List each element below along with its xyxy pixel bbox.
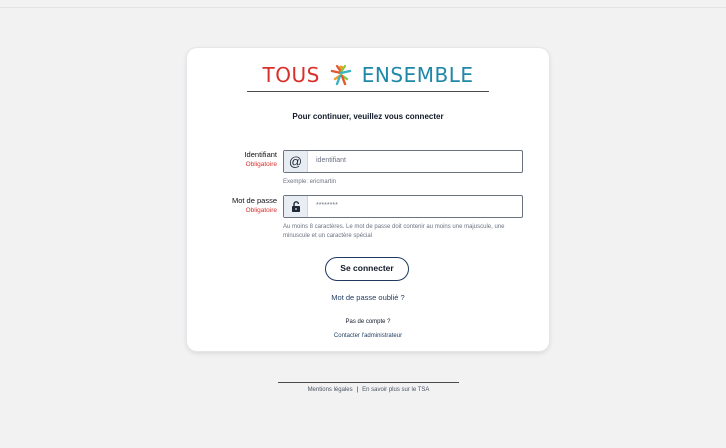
- legal-mentions-link[interactable]: Mentions légales: [308, 387, 353, 393]
- footer-divider: [278, 382, 459, 383]
- learn-more-link[interactable]: En savoir plus sur le TSA: [362, 387, 429, 393]
- footer-separator: |: [356, 387, 359, 393]
- password-label-group: Mot de passe Obligatoire: [193, 196, 277, 216]
- password-required: Obligatoire: [245, 207, 277, 214]
- password-field[interactable]: ********: [283, 195, 523, 218]
- identifier-required: Obligatoire: [245, 161, 277, 168]
- at-icon: @: [284, 151, 308, 172]
- login-card: TOUS ENSEMBLE Pour continuer, veuillez v…: [187, 48, 549, 351]
- identifier-placeholder: identifiant: [316, 157, 346, 164]
- identifier-label-group: Identifiant Obligatoire: [193, 150, 277, 170]
- no-account-text: Pas de compte ?: [345, 319, 391, 325]
- form-heading: Pour continuer, veuillez vous connecter: [292, 112, 444, 121]
- brand-word-2: ENSEMBLE: [361, 63, 474, 87]
- password-label: Mot de passe: [231, 196, 277, 205]
- password-hint: Au moins 8 caractères. Le mot de passe d…: [283, 224, 505, 239]
- password-value: ********: [316, 202, 338, 209]
- login-button[interactable]: Se connecter: [325, 257, 409, 281]
- identifier-hint: Exemple: ericmartin: [283, 179, 337, 185]
- identifier-field[interactable]: @ identifiant: [283, 150, 523, 173]
- top-divider: [0, 7, 726, 8]
- brand-logo: TOUS ENSEMBLE: [187, 64, 549, 86]
- brand-mark-icon: [330, 64, 351, 86]
- identifier-label: Identifiant: [244, 150, 277, 159]
- brand-word-1: TOUS: [262, 63, 320, 87]
- logo-divider: [247, 91, 489, 92]
- forgot-password-link[interactable]: Mot de passe oublié ?: [187, 293, 549, 302]
- unlock-icon: [284, 196, 308, 217]
- contact-admin-link[interactable]: Contacter l'administrateur: [187, 333, 549, 339]
- footer-links: Mentions légales | En savoir plus sur le T…: [278, 387, 459, 393]
